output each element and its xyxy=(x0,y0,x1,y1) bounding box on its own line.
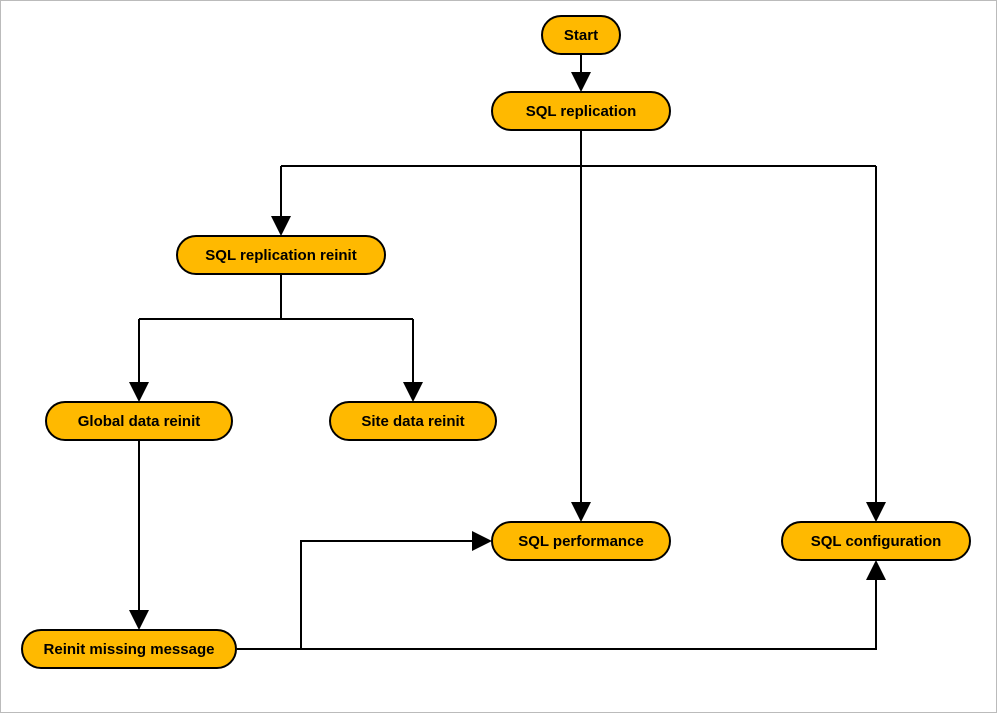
node-reinit-missing-message: Reinit missing message xyxy=(21,629,237,669)
edge-reinit-missing-to-sql-performance xyxy=(301,541,490,649)
node-global-data-reinit: Global data reinit xyxy=(45,401,233,441)
node-sql-configuration: SQL configuration xyxy=(781,521,971,561)
node-label: Start xyxy=(564,27,598,44)
node-site-data-reinit: Site data reinit xyxy=(329,401,497,441)
node-label: Global data reinit xyxy=(78,413,201,430)
node-label: SQL configuration xyxy=(811,533,942,550)
node-sql-replication-reinit: SQL replication reinit xyxy=(176,235,386,275)
node-label: Reinit missing message xyxy=(44,641,215,658)
node-label: SQL replication reinit xyxy=(205,247,356,264)
node-label: SQL replication xyxy=(526,103,637,120)
node-label: Site data reinit xyxy=(361,413,464,430)
edge-reinit-missing-to-sql-configuration xyxy=(237,562,876,649)
node-sql-performance: SQL performance xyxy=(491,521,671,561)
node-start: Start xyxy=(541,15,621,55)
node-sql-replication: SQL replication xyxy=(491,91,671,131)
node-label: SQL performance xyxy=(518,533,644,550)
flowchart-canvas: Start SQL replication SQL replication re… xyxy=(0,0,997,713)
